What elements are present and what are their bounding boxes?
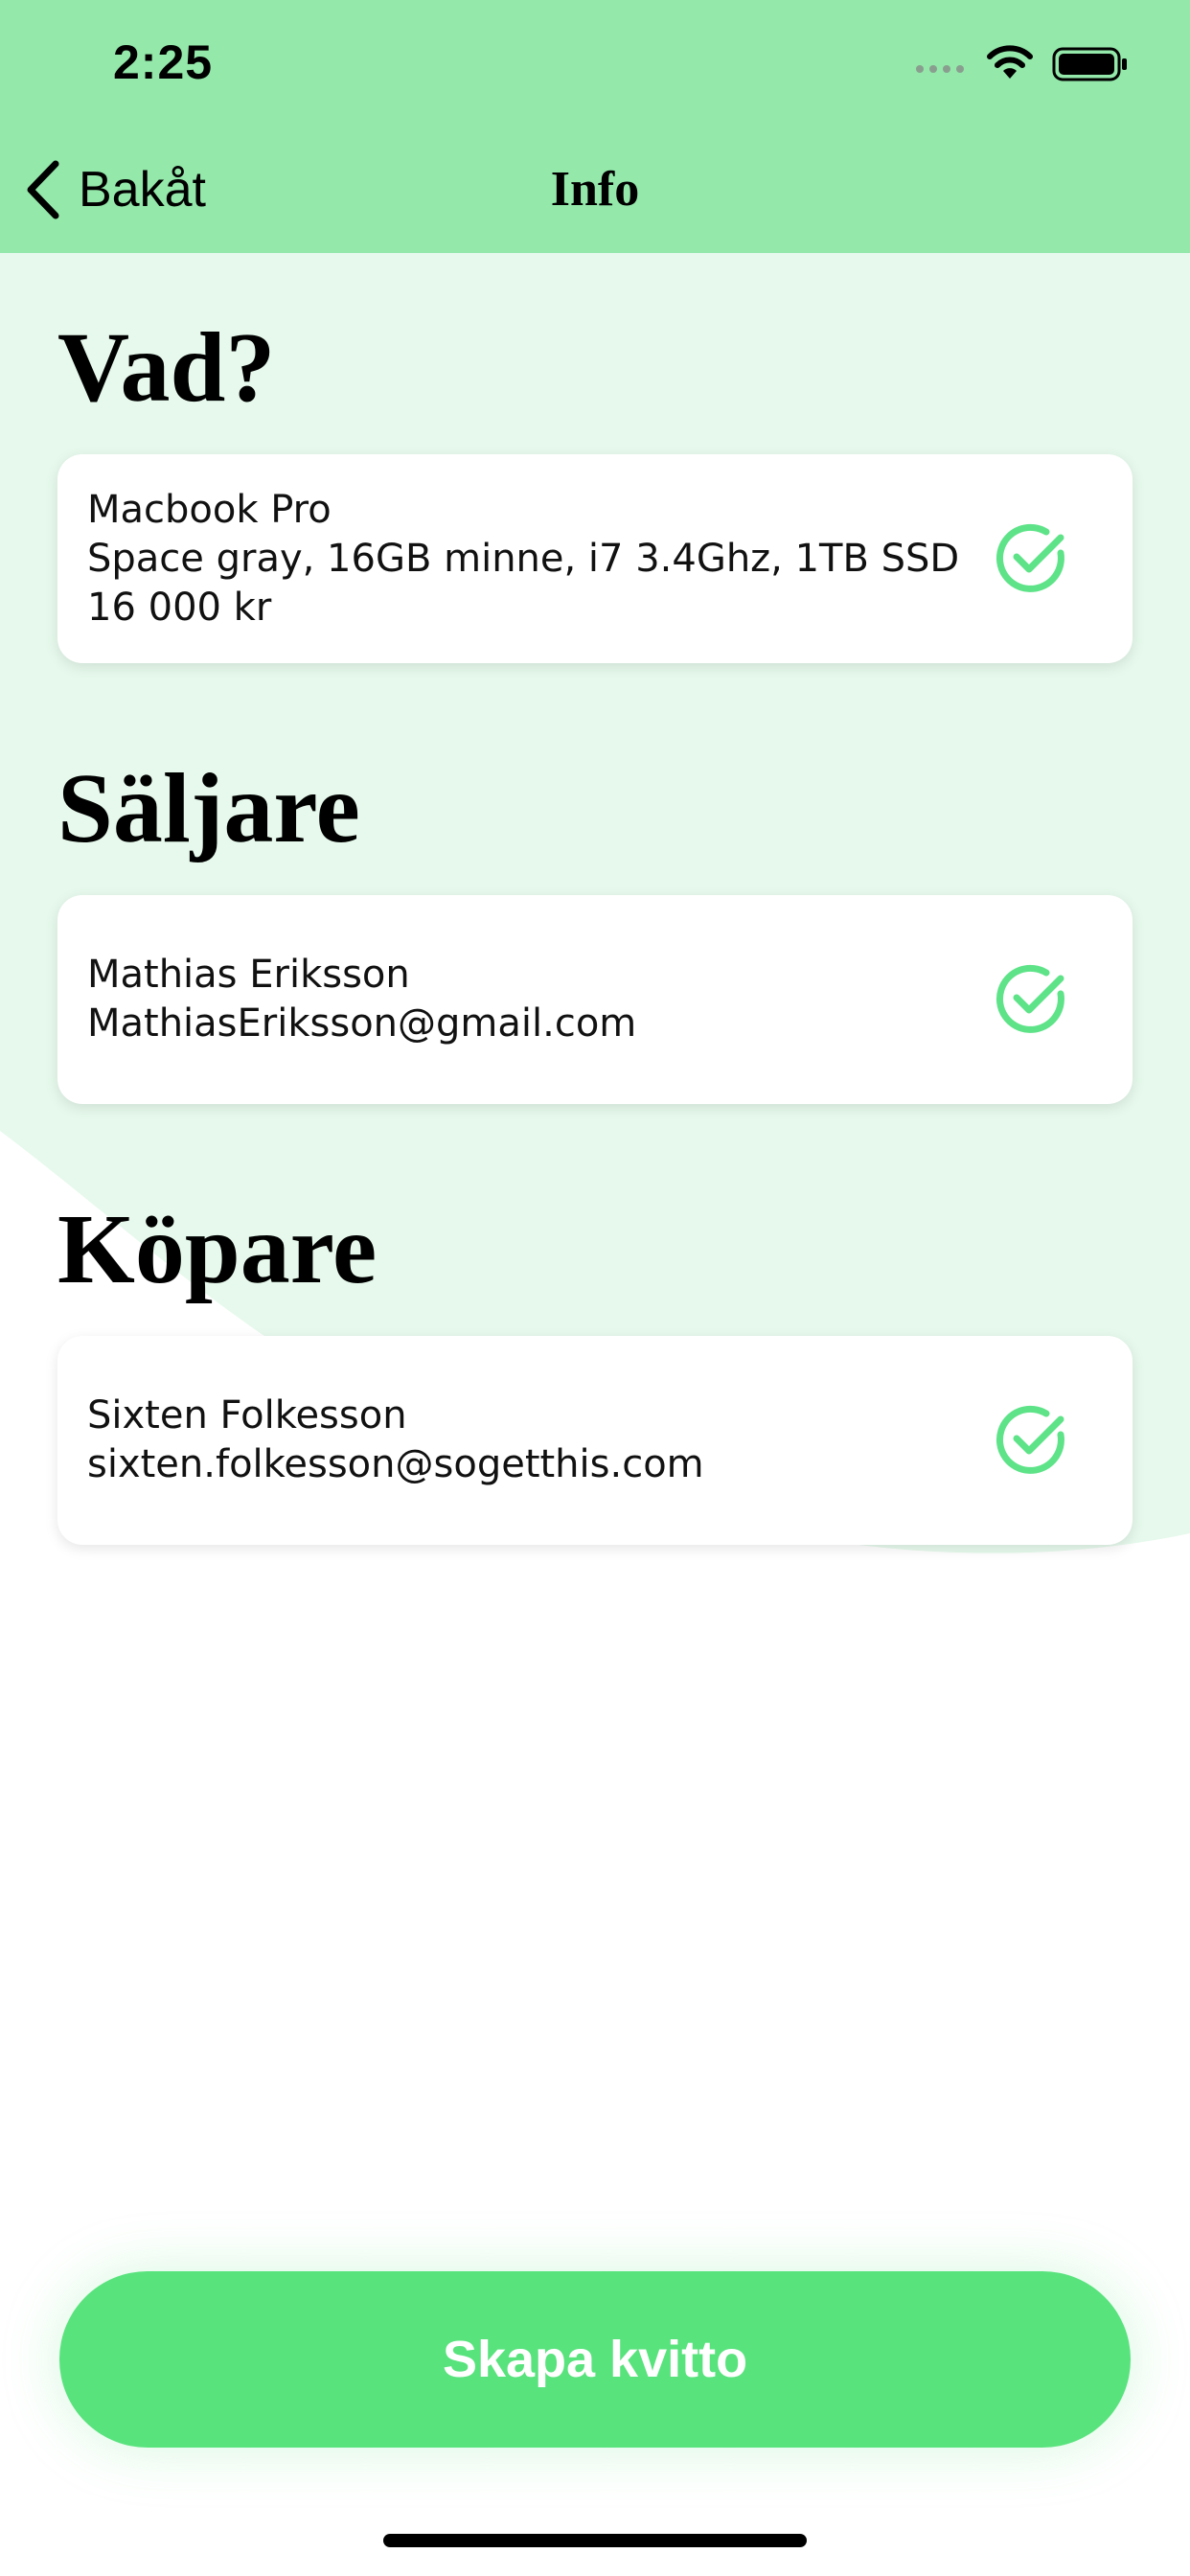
check-circle-icon <box>996 964 1064 1033</box>
section-title-kopare: Köpare <box>57 1194 378 1304</box>
item-name: Macbook Pro <box>87 487 332 532</box>
section-title-saljare: Säljare <box>57 753 360 863</box>
create-receipt-label: Skapa kvitto <box>442 2331 748 2388</box>
buyer-email: sixten.folkesson@sogetthis.com <box>87 1442 704 1486</box>
check-circle-icon <box>996 1405 1064 1474</box>
seller-name: Mathias Eriksson <box>87 953 410 997</box>
check-circle-icon <box>996 523 1064 592</box>
page-title: Info <box>550 162 640 217</box>
navigation-header: 2:25 Bakåt Info <box>0 0 1190 253</box>
status-time: 2:25 <box>113 35 214 89</box>
item-specs: Space gray, 16GB minne, i7 3.4Ghz, 1TB S… <box>87 536 960 581</box>
signal-icon <box>916 65 964 73</box>
seller-email: MathiasEriksson@gmail.com <box>87 1001 637 1046</box>
battery-icon <box>1052 47 1127 81</box>
item-price: 16 000 kr <box>87 585 272 630</box>
section-title-vad: Vad? <box>57 312 276 423</box>
card-item[interactable]: Macbook Pro Space gray, 16GB minne, i7 3… <box>57 454 1133 663</box>
card-seller[interactable]: Mathias Eriksson MathiasEriksson@gmail.c… <box>57 895 1133 1104</box>
buyer-name: Sixten Folkesson <box>87 1393 407 1438</box>
create-receipt-button[interactable]: Skapa kvitto <box>59 2271 1131 2448</box>
home-indicator[interactable] <box>383 2534 807 2547</box>
wifi-icon <box>987 45 1033 79</box>
card-buyer[interactable]: Sixten Folkesson sixten.folkesson@sogett… <box>57 1336 1133 1545</box>
